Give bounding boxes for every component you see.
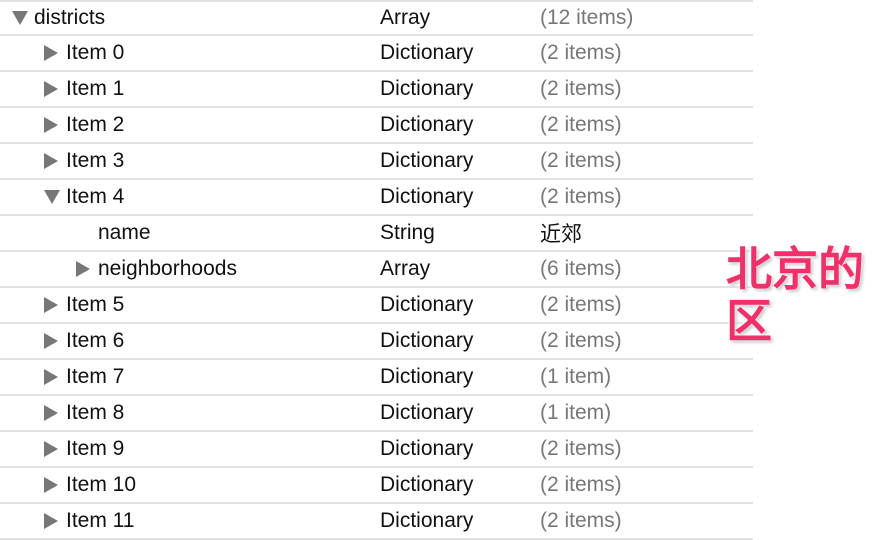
row-key: Item 8 xyxy=(66,401,125,424)
row-type: String xyxy=(380,221,435,244)
row-value: (2 items) xyxy=(540,437,622,460)
row-type: Dictionary xyxy=(380,509,474,532)
disclosure-triangle-closed-icon[interactable] xyxy=(44,117,58,133)
row-type: Dictionary xyxy=(380,293,474,316)
row-type: Dictionary xyxy=(380,113,474,136)
row-type: Array xyxy=(380,6,431,29)
plist-outline: districts Array (12 items) Item 0 Dictionary… xyxy=(0,0,753,540)
row-type: Dictionary xyxy=(380,149,474,172)
disclosure-triangle-closed-icon[interactable] xyxy=(76,261,90,277)
row-type: Dictionary xyxy=(380,41,474,64)
disclosure-triangle-closed-icon[interactable] xyxy=(44,441,58,457)
disclosure-triangle-closed-icon[interactable] xyxy=(44,477,58,493)
row-value: (2 items) xyxy=(540,113,622,136)
row-key: Item 0 xyxy=(66,41,125,64)
disclosure-triangle-closed-icon[interactable] xyxy=(44,405,58,421)
disclosure-triangle-closed-icon[interactable] xyxy=(44,81,58,97)
plist-row[interactable]: Item 4 Dictionary (2 items) xyxy=(0,180,753,216)
row-value: (2 items) xyxy=(540,185,622,208)
disclosure-triangle-closed-icon[interactable] xyxy=(44,297,58,313)
row-type: Dictionary xyxy=(380,365,474,388)
row-value: (2 items) xyxy=(540,149,622,172)
row-value: (1 item) xyxy=(540,401,612,424)
plist-row[interactable]: Item 7 Dictionary (1 item) xyxy=(0,360,753,396)
row-value: (2 items) xyxy=(540,41,622,64)
plist-row[interactable]: Item 1 Dictionary (2 items) xyxy=(0,72,753,108)
plist-row[interactable]: Item 5 Dictionary (2 items) xyxy=(0,288,753,324)
plist-row[interactable]: Item 9 Dictionary (2 items) xyxy=(0,432,753,468)
plist-row[interactable]: Item 10 Dictionary (2 items) xyxy=(0,468,753,504)
disclosure-triangle-closed-icon[interactable] xyxy=(44,369,58,385)
plist-row[interactable]: name String 近郊 xyxy=(0,216,753,252)
row-value: (1 item) xyxy=(540,365,612,388)
disclosure-triangle-closed-icon[interactable] xyxy=(44,153,58,169)
disclosure-triangle-open-icon[interactable] xyxy=(44,190,60,204)
annotation-line-2: 区 xyxy=(726,295,772,347)
row-type: Dictionary xyxy=(380,185,474,208)
row-value: (2 items) xyxy=(540,509,622,532)
row-value: (2 items) xyxy=(540,473,622,496)
plist-row[interactable]: Item 11 Dictionary (2 items) xyxy=(0,504,753,540)
plist-row[interactable]: Item 6 Dictionary (2 items) xyxy=(0,324,753,360)
row-key: districts xyxy=(34,6,106,29)
plist-row[interactable]: Item 0 Dictionary (2 items) xyxy=(0,36,753,72)
row-key: Item 3 xyxy=(66,149,125,172)
plist-row[interactable]: Item 3 Dictionary (2 items) xyxy=(0,144,753,180)
disclosure-triangle-closed-icon[interactable] xyxy=(44,333,58,349)
row-key: Item 11 xyxy=(66,509,135,532)
row-value: 近郊 xyxy=(540,223,582,246)
row-value: (12 items) xyxy=(540,6,634,29)
row-type: Array xyxy=(380,257,431,280)
row-type: Dictionary xyxy=(380,473,474,496)
plist-row[interactable]: Item 8 Dictionary (1 item) xyxy=(0,396,753,432)
row-type: Dictionary xyxy=(380,77,474,100)
row-key: Item 6 xyxy=(66,329,125,352)
row-value: (2 items) xyxy=(540,329,622,352)
disclosure-triangle-closed-icon[interactable] xyxy=(44,45,58,61)
plist-row[interactable]: neighborhoods Array (6 items) xyxy=(0,252,753,288)
row-key: Item 9 xyxy=(66,437,125,460)
plist-row[interactable]: districts Array (12 items) xyxy=(0,0,753,36)
row-type: Dictionary xyxy=(380,329,474,352)
row-type: Dictionary xyxy=(380,437,474,460)
row-key: Item 10 xyxy=(66,473,137,496)
row-key: Item 1 xyxy=(66,77,125,100)
row-key: Item 5 xyxy=(66,293,125,316)
row-value: (2 items) xyxy=(540,77,622,100)
row-type: Dictionary xyxy=(380,401,474,424)
row-key: name xyxy=(98,221,151,244)
disclosure-triangle-open-icon[interactable] xyxy=(12,11,28,25)
annotation-line-1: 北京的 xyxy=(726,243,864,295)
annotation-label: 北京的 区 xyxy=(726,243,864,347)
row-key: Item 7 xyxy=(66,365,125,388)
row-key: Item 2 xyxy=(66,113,125,136)
row-key: Item 4 xyxy=(66,185,125,208)
disclosure-triangle-closed-icon[interactable] xyxy=(44,513,58,529)
row-value: (2 items) xyxy=(540,293,622,316)
row-value: (6 items) xyxy=(540,257,622,280)
plist-row[interactable]: Item 2 Dictionary (2 items) xyxy=(0,108,753,144)
row-key: neighborhoods xyxy=(98,257,237,280)
